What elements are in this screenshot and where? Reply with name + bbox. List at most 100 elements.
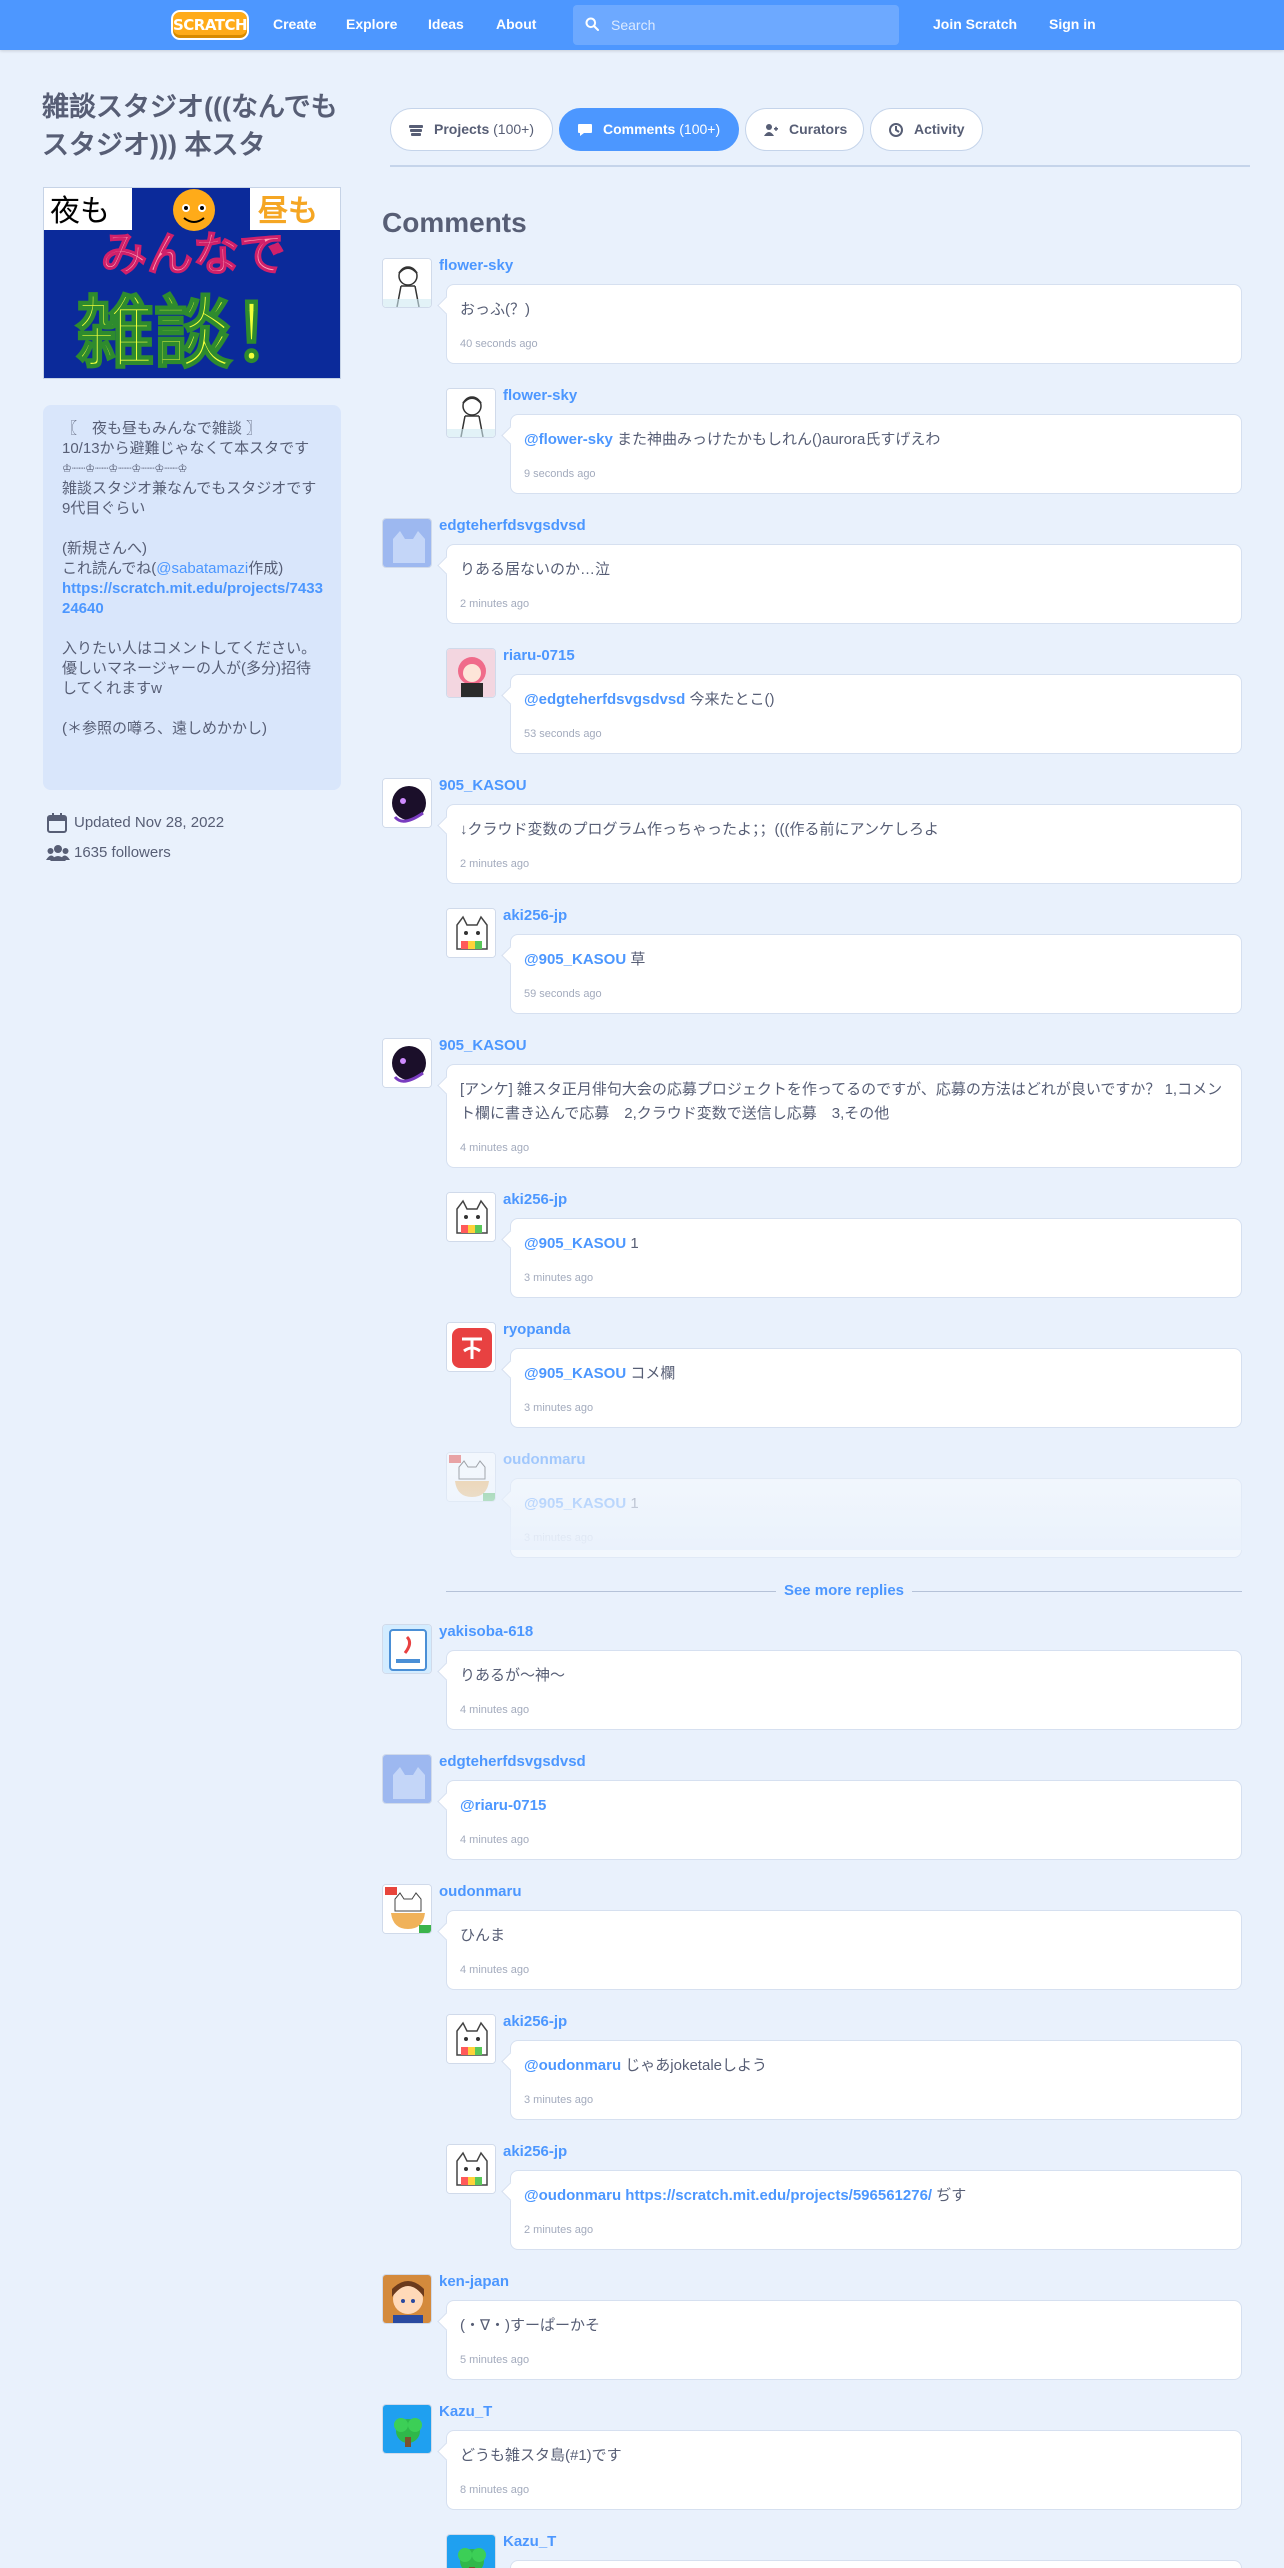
curators-icon [764, 124, 778, 136]
avatar-image [447, 649, 495, 697]
comment-text: [アンケ] 雑スタ正月俳句大会の応募プロジェクトを作ってるのですが、応募の方法は… [460, 1078, 1227, 1126]
sign-in-link[interactable]: Sign in [1049, 0, 1096, 50]
comment-bubble: りあるが～神～ 4 minutes ago [446, 1650, 1242, 1730]
avatar[interactable] [382, 1624, 432, 1674]
comment-username[interactable]: flower-sky [439, 257, 513, 274]
avatar[interactable] [382, 518, 432, 568]
comment-mention[interactable]: @riaru-0715 [460, 1797, 546, 1814]
tab-projects[interactable]: Projects (100+) [390, 108, 553, 151]
tab-comments[interactable]: Comments (100+) [559, 108, 739, 151]
avatar-image [383, 259, 431, 307]
comment-timestamp: 3 minutes ago [524, 1402, 594, 1414]
comment-bubble: @edgteherfdsvgsdvsd 今来たとこ() 53 seconds ag… [510, 674, 1242, 754]
comment-username[interactable]: edgteherfdsvgsdvsd [439, 1753, 586, 1770]
comment-username[interactable]: riaru-0715 [503, 647, 575, 664]
comment-mention[interactable]: @edgteherfdsvgsdvsd [524, 691, 685, 708]
tab-curators[interactable]: Curators [745, 108, 864, 151]
comment-bubble: どうも雑スタ島(#1)です 8 minutes ago [446, 2430, 1242, 2510]
comment-username[interactable]: ryopanda [503, 1321, 571, 1338]
desc-project-link[interactable]: https://scratch.mit.edu/projects/7433246… [62, 579, 323, 619]
comment-username[interactable]: 905_KASOU [439, 777, 527, 794]
avatar[interactable] [382, 778, 432, 828]
desc-line [62, 699, 323, 719]
comment-link[interactable]: https://scratch.mit.edu/projects/5965612… [621, 2187, 932, 2204]
avatar[interactable] [382, 2274, 432, 2324]
avatar[interactable] [382, 258, 432, 308]
comment-username[interactable]: aki256-jp [503, 2013, 567, 2030]
comment-body: ぢす [932, 2187, 967, 2204]
studio-thumbnail: 夜も 昼も みんなで 雑談！ [43, 187, 341, 379]
comment-username[interactable]: flower-sky [503, 387, 577, 404]
avatar[interactable] [446, 1192, 496, 1242]
comment-body: りある居ないのか…泣 [460, 561, 611, 578]
avatar[interactable] [382, 1754, 432, 1804]
avatar[interactable] [446, 1322, 496, 1372]
desc-line: これ読んでね(@sabatamazi作成) [62, 559, 323, 579]
comment-username[interactable]: aki256-jp [503, 907, 567, 924]
avatar[interactable] [446, 648, 496, 698]
comment-username[interactable]: 905_KASOU [439, 1037, 527, 1054]
comment-text: @905_KASOU コメ欄 [524, 1362, 1227, 1386]
thumb-text-4: 雑談！ [75, 289, 310, 379]
search-input[interactable] [611, 5, 891, 45]
comment-username[interactable]: Kazu_T [439, 2403, 492, 2420]
avatar-image [383, 1755, 431, 1803]
comment-timestamp: 9 seconds ago [524, 468, 596, 480]
comment-body: コメ欄 [626, 1365, 676, 1382]
comment-bubble: (・∇・)すーぱーかそ 5 minutes ago [446, 2300, 1242, 2380]
avatar[interactable] [382, 1884, 432, 1934]
desc-mention-link[interactable]: @sabatamazi [156, 560, 248, 577]
comment-mention[interactable]: @flower-sky [524, 431, 613, 448]
comment-username[interactable]: yakisoba-618 [439, 1623, 533, 1640]
see-more-replies-label[interactable]: See more replies [777, 1582, 911, 1599]
comment-mention[interactable]: @905_KASOU [524, 1235, 626, 1252]
comment-body: おっふ(？) [460, 301, 530, 318]
comment-username[interactable]: ken-japan [439, 2273, 509, 2290]
avatar[interactable] [446, 2534, 496, 2568]
comment-mention[interactable]: @905_KASOU [524, 1365, 626, 1382]
search-icon [585, 17, 599, 31]
comment-timestamp: 4 minutes ago [460, 1704, 530, 1716]
avatar[interactable] [382, 1038, 432, 1088]
replies-fade [440, 1470, 1260, 1550]
comment-timestamp: 5 minutes ago [460, 2354, 530, 2366]
comment-username[interactable]: aki256-jp [503, 2143, 567, 2160]
avatar-image [383, 2405, 431, 2453]
comment-username[interactable]: oudonmaru [439, 1883, 522, 1900]
nav-about[interactable]: About [496, 0, 536, 50]
desc-line: (新規さんへ) [62, 540, 147, 557]
comment-bubble: @905_KASOU 草 59 seconds ago [510, 934, 1242, 1014]
comment-mention[interactable]: @oudonmaru [524, 2187, 621, 2204]
comment-username[interactable]: Kazu_T [503, 2533, 556, 2550]
nav-explore[interactable]: Explore [346, 0, 397, 50]
comment-text: @oudonmaru https://scratch.mit.edu/proje… [524, 2184, 1227, 2208]
comment-timestamp: 8 minutes ago [460, 2484, 530, 2496]
comment-username[interactable]: aki256-jp [503, 1191, 567, 1208]
avatar[interactable] [382, 2404, 432, 2454]
join-scratch-link[interactable]: Join Scratch [933, 0, 1017, 50]
comment-username[interactable]: oudonmaru [503, 1451, 586, 1468]
avatar[interactable] [446, 2144, 496, 2194]
scratch-logo[interactable]: SCRATCH [171, 10, 249, 40]
avatar[interactable] [446, 388, 496, 438]
comment-mention[interactable]: @905_KASOU [524, 951, 626, 968]
avatar-image [383, 519, 431, 567]
avatar[interactable] [446, 908, 496, 958]
nav-ideas[interactable]: Ideas [428, 0, 464, 50]
comment-bubble: @flower-sky また神曲みっけたかもしれん()aurora氏すげえわ 9 … [510, 414, 1242, 494]
see-more-replies[interactable]: See more replies [446, 1582, 1242, 1602]
comment-timestamp: 2 minutes ago [460, 858, 530, 870]
tab-comments-label: Comments [603, 121, 676, 137]
nav-create[interactable]: Create [273, 0, 317, 50]
search-box [573, 5, 899, 45]
tab-activity[interactable]: Activity [870, 108, 983, 151]
comment-bubble: おっふ(？) 40 seconds ago [446, 284, 1242, 364]
comments-heading: Comments [382, 207, 527, 238]
comment-text: ↓クラウド変数のプログラム作っちゃったよ；；(((作る前にアンケしろよ [460, 818, 1227, 842]
comment-username[interactable]: edgteherfdsvgsdvsd [439, 517, 586, 534]
comment-mention[interactable]: @oudonmaru [524, 2057, 621, 2074]
avatar[interactable] [446, 2014, 496, 2064]
comment-body: 1 [626, 1235, 639, 1252]
tab-curators-label: Curators [789, 121, 848, 137]
comment-body: じゃあjoketaleしよう [621, 2057, 767, 2074]
